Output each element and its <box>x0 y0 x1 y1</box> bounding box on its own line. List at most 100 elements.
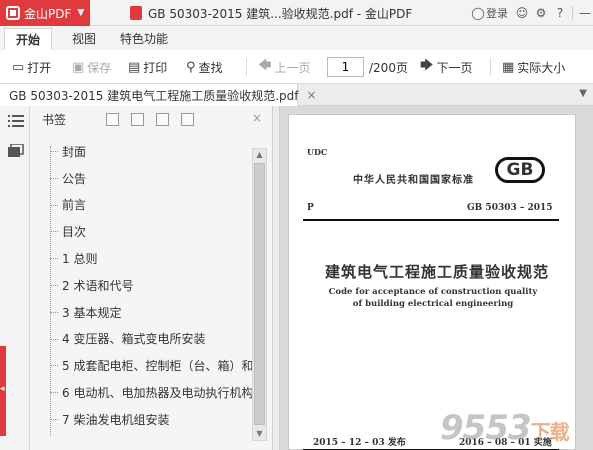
app-name: 金山PDF <box>24 6 72 21</box>
bookmark-item[interactable]: 3 基本规定 <box>30 299 255 326</box>
panel-collapse-handle[interactable]: ◂ <box>0 346 6 436</box>
arrow-left-icon: 🡄 <box>258 58 272 73</box>
find-button[interactable]: ⚲ 查找 <box>186 50 223 84</box>
toolbar: ▭ 打开 ▣ 保存 ▤ 打印 ⚲ 查找 🡄 上一页 /200页 🡆 下一页 ▦ … <box>0 50 593 84</box>
divider <box>303 219 559 221</box>
bookmark-item[interactable]: 目次 <box>30 218 255 245</box>
app-logo-icon <box>6 6 20 20</box>
delete-bookmark-icon[interactable] <box>181 112 195 126</box>
chevron-left-icon: ◂ <box>0 384 5 394</box>
divider <box>490 58 491 76</box>
next-page-button[interactable]: 🡆 下一页 <box>420 50 472 84</box>
tree-connector <box>50 418 58 420</box>
save-icon: ▣ <box>72 59 85 75</box>
open-button[interactable]: ▭ 打开 <box>12 50 51 84</box>
title-controls: ◯ 登录 ☺ ⚙ ? — <box>464 0 593 26</box>
scroll-up-icon[interactable]: ▲ <box>253 149 266 161</box>
page-udc: UDC <box>307 147 328 157</box>
divider <box>246 58 247 76</box>
bookmark-label: 前言 <box>62 198 87 213</box>
expand-all-icon[interactable] <box>106 112 120 126</box>
document-tabs: GB 50303-2015 建筑电气工程施工质量验收规范.pdf × ▼ <box>0 84 593 106</box>
pdf-page: UDC 中华人民共和国国家标准 GB P GB 50303 – 2015 建筑电… <box>288 114 576 450</box>
tree-connector <box>50 231 58 233</box>
page-number-input[interactable] <box>327 57 364 77</box>
tree-connector <box>50 258 58 260</box>
tree-connector <box>50 284 58 286</box>
title-bar: 金山PDF ▼ GB 50303-2015 建筑...验收规范.pdf - 金山… <box>0 0 593 26</box>
arrow-right-icon: 🡆 <box>420 58 434 73</box>
user-icon: ◯ <box>471 6 485 20</box>
help-icon[interactable]: ? <box>552 5 568 21</box>
minimize-icon[interactable]: — <box>577 5 593 21</box>
tree-connector <box>50 392 58 394</box>
print-button[interactable]: ▤ 打印 <box>128 50 167 84</box>
collapse-all-icon[interactable] <box>131 112 145 126</box>
bookmark-item[interactable]: 封面 <box>30 138 255 165</box>
close-tab-icon[interactable]: × <box>306 88 316 102</box>
login-button[interactable]: ◯ 登录 <box>470 5 508 21</box>
app-menu-button[interactable]: 金山PDF ▼ <box>0 0 90 26</box>
tree-connector <box>50 204 58 206</box>
side-icon-strip: ◂ <box>0 106 30 450</box>
tab-features[interactable]: 特色功能 <box>114 28 174 50</box>
actual-size-icon: ▦ <box>502 59 515 75</box>
bookmark-item[interactable]: 前言 <box>30 192 255 219</box>
bookmark-item[interactable]: 7 柴油发电机组安装 <box>30 406 255 433</box>
bookmark-item[interactable]: 公告 <box>30 165 255 192</box>
chevron-down-icon: ▼ <box>77 8 85 18</box>
bookmark-list: 封面公告前言目次 1 总则 2 术语和代号 3 基本规定 4 变压器、箱式变电所安装 5 … <box>30 138 255 433</box>
add-bookmark-icon[interactable] <box>156 112 170 126</box>
bookmark-label: 封面 <box>62 144 87 159</box>
page-title: 建筑电气工程施工质量验收规范 <box>325 263 550 281</box>
printer-icon: ▤ <box>128 59 141 75</box>
scroll-down-icon[interactable]: ▼ <box>253 428 266 440</box>
actual-size-button[interactable]: ▦ 实际大小 <box>502 50 565 84</box>
save-button[interactable]: ▣ 保存 <box>72 50 111 84</box>
pdf-file-icon <box>130 6 142 20</box>
bookmark-item[interactable]: 1 总则 <box>30 245 255 272</box>
bookmark-item[interactable]: 6 电动机、电加热器及电动执行机构... <box>30 379 255 406</box>
bookmark-item[interactable]: 2 术语和代号 <box>30 272 255 299</box>
divider <box>572 6 573 20</box>
bookmark-item[interactable]: 4 变压器、箱式变电所安装 <box>30 326 255 353</box>
settings-icon[interactable]: ⚙ <box>533 5 549 21</box>
tab-start[interactable]: 开始 <box>4 28 52 50</box>
gb-logo: GB <box>495 157 545 183</box>
thumbnail-icon[interactable] <box>8 143 24 158</box>
tree-connector <box>50 177 58 179</box>
bookmark-label: 7 柴油发电机组安装 <box>62 412 170 427</box>
close-panel-icon[interactable]: × <box>252 111 262 125</box>
bookmark-label: 2 术语和代号 <box>62 278 134 293</box>
bookmark-label: 1 总则 <box>62 252 98 267</box>
document-viewer[interactable]: UDC 中华人民共和国国家标准 GB P GB 50303 – 2015 建筑电… <box>280 106 593 450</box>
page-standard-code: GB 50303 – 2015 <box>467 203 553 213</box>
tab-list-icon[interactable]: ▼ <box>579 88 587 99</box>
bookmark-list-icon[interactable] <box>8 114 24 128</box>
bookmark-scrollbar[interactable]: ▲ ▼ <box>252 148 267 441</box>
page-english-title-1: Code for acceptance of construction qual… <box>328 287 538 297</box>
window-title: GB 50303-2015 建筑...验收规范.pdf - 金山PDF <box>130 0 412 26</box>
panel-splitter[interactable] <box>272 106 280 450</box>
page-p: P <box>307 203 314 213</box>
bookmark-label: 3 基本规定 <box>62 305 122 320</box>
bookmark-item[interactable]: 5 成套配电柜、控制柜（台、箱）和... <box>30 352 255 379</box>
bookmark-panel-title: 书签 <box>42 112 67 127</box>
document-tab[interactable]: GB 50303-2015 建筑电气工程施工质量验收规范.pdf × <box>0 84 317 106</box>
feedback-icon[interactable]: ☺ <box>514 5 530 21</box>
folder-icon: ▭ <box>12 59 25 75</box>
bookmark-panel-header: 书签 × <box>30 106 272 132</box>
scrollbar-thumb[interactable] <box>254 163 265 425</box>
prev-page-button[interactable]: 🡄 上一页 <box>258 50 310 84</box>
tree-connector <box>50 151 58 152</box>
bookmark-label: 6 电动机、电加热器及电动执行机构... <box>62 386 255 401</box>
bookmark-label: 4 变压器、箱式变电所安装 <box>62 332 206 347</box>
ribbon-tabs: 开始 视图 特色功能 <box>0 26 593 50</box>
bookmark-panel: 书签 × 封面公告前言目次 1 总则 2 术语和代号 3 基本规定 4 变压器、箱式变电… <box>30 106 272 450</box>
bookmark-label: 目次 <box>62 225 87 240</box>
site-watermark: 9553下载 <box>440 408 570 448</box>
tab-view[interactable]: 视图 <box>64 28 104 50</box>
bookmark-label: 公告 <box>62 171 87 186</box>
page-national-standard: 中华人民共和国国家标准 <box>353 175 474 186</box>
bookmark-label: 5 成套配电柜、控制柜（台、箱）和... <box>62 359 255 374</box>
